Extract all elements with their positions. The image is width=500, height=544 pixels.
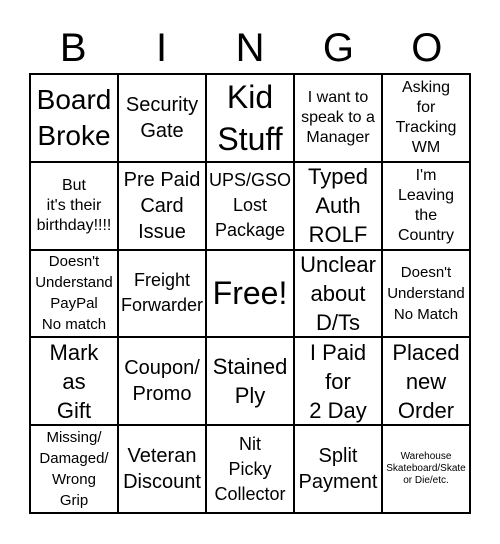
bingo-cell: Warehouse Skateboard/Skate or Die/etc. <box>382 425 470 513</box>
header-letter-g: G <box>322 26 354 70</box>
bingo-card-grid: Board Broke Security Gate Kid Stuff I wa… <box>29 73 471 514</box>
bingo-cell: Coupon/ Promo <box>118 337 206 426</box>
header-letter-o: O <box>411 26 443 70</box>
bingo-cell: I Paid for 2 Day <box>294 337 382 426</box>
bingo-cell: Doesn't Understand No Match <box>382 249 470 338</box>
bingo-cell: Placed new Order <box>382 337 470 426</box>
bingo-cell: Board Broke <box>30 74 118 162</box>
bingo-cell: Stained Ply <box>206 337 294 426</box>
bingo-cell: I'm Leaving the Country <box>382 161 470 250</box>
bingo-cell: Mark as Gift <box>30 337 118 426</box>
bingo-cell: Freight Forwarder <box>118 249 206 338</box>
bingo-cell: Nit Picky Collector <box>206 425 294 513</box>
bingo-cell: I want to speak to a Manager <box>294 74 382 162</box>
bingo-cell: Missing/ Damaged/ Wrong Grip <box>30 425 118 513</box>
bingo-cell: Kid Stuff <box>206 74 294 162</box>
bingo-cell: Split Payment <box>294 425 382 513</box>
bingo-cell: But it's their birthday!!!! <box>30 161 118 250</box>
header-letter-i: I <box>156 26 168 70</box>
header-letter-b: B <box>59 26 87 70</box>
bingo-cell: Doesn't Understand PayPal No match <box>30 249 118 338</box>
bingo-cell: UPS/GSO Lost Package <box>206 161 294 250</box>
bingo-cell: Unclear about D/Ts <box>294 249 382 338</box>
bingo-cell: Veteran Discount <box>118 425 206 513</box>
bingo-cell: Security Gate <box>118 74 206 162</box>
bingo-cell: Asking for Tracking WM <box>382 74 470 162</box>
bingo-cell: Pre Paid Card Issue <box>118 161 206 250</box>
free-space-cell: Free! <box>206 249 294 338</box>
header-letter-n: N <box>235 26 265 70</box>
bingo-header: B I N G O <box>29 26 471 70</box>
bingo-cell: Typed Auth ROLF <box>294 161 382 250</box>
